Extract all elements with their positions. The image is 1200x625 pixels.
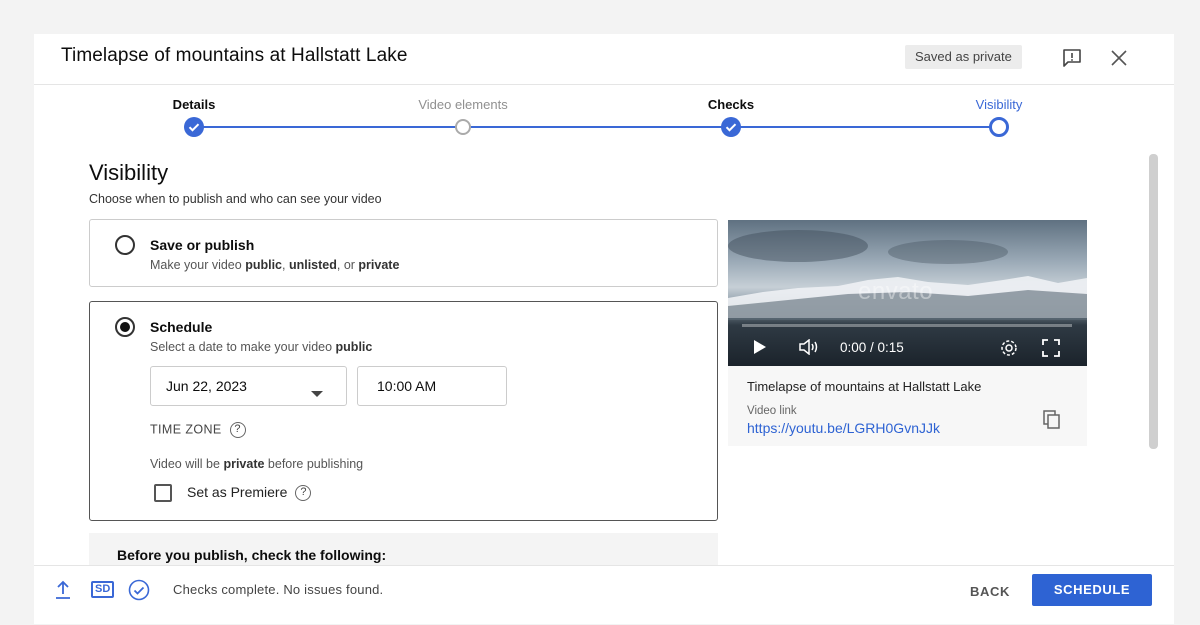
upload-icon [54,580,72,605]
video-link[interactable]: https://youtu.be/LGRH0GvnJJk [747,420,940,436]
schedule-title: Schedule [150,319,213,335]
step-visibility-label[interactable]: Visibility [976,97,1023,112]
video-time: 0:00 / 0:15 [840,340,904,355]
schedule-time-value: 10:00 AM [377,378,437,394]
step-details-check-icon[interactable] [184,117,204,137]
step-connector [193,126,463,128]
preview-video-title: Timelapse of mountains at Hallstatt Lake [747,379,982,394]
checks-status-text: Checks complete. No issues found. [173,582,384,597]
schedule-time-select[interactable]: 10:00 AM [357,366,507,406]
step-details-label[interactable]: Details [173,97,216,112]
sd-quality-icon: SD [91,581,115,598]
save-or-publish-title: Save or publish [150,237,255,253]
video-watermark: envato [858,278,934,305]
before-publish-heading: Before you publish, check the following: [117,547,387,563]
upload-dialog: Timelapse of mountains at Hallstatt Lake… [34,34,1174,624]
schedule-radio[interactable] [115,317,135,337]
premiere-checkbox[interactable] [154,484,172,502]
settings-gear-icon[interactable] [1000,339,1018,362]
dialog-header: Timelapse of mountains at Hallstatt Lake… [34,34,1174,85]
copy-icon[interactable] [1041,409,1063,436]
premiere-row: Set as Premiere? [187,484,312,502]
back-button[interactable]: BACK [960,576,1020,608]
save-or-publish-option[interactable]: Save or publish Make your video public, … [89,219,718,287]
premiere-help-icon[interactable]: ? [295,485,312,502]
step-video-elements-dot-icon[interactable] [455,119,471,135]
step-connector [731,126,999,128]
timezone-label: TIME ZONE [150,422,222,437]
fullscreen-icon[interactable] [1042,339,1060,362]
close-icon[interactable] [1107,46,1131,70]
schedule-description: Select a date to make your video public [150,340,373,354]
content-scrollbar[interactable] [1149,154,1158,449]
saved-status-badge: Saved as private [905,45,1022,69]
video-preview-panel: envato 0:00 / 0:15 Timelapse of mountain… [728,220,1087,446]
timezone-help-icon[interactable]: ? [229,422,246,438]
step-video-elements-label[interactable]: Video elements [418,97,507,112]
video-link-label: Video link [747,405,797,417]
premiere-label: Set as Premiere [187,484,288,500]
upload-stepper: Details Video elements Checks Visibility [34,92,1174,142]
private-before-publish-note: Video will be private before publishing [150,457,364,471]
feedback-icon[interactable] [1060,46,1084,70]
schedule-date-value: Jun 22, 2023 [166,378,247,394]
video-progress-track[interactable] [742,324,1072,327]
step-checks-label[interactable]: Checks [708,97,754,112]
play-icon[interactable] [752,339,768,360]
timezone-row: TIME ZONE? [150,422,246,438]
checks-complete-icon [128,579,150,606]
schedule-button[interactable]: SCHEDULE [1032,574,1152,606]
visibility-subtitle: Choose when to publish and who can see y… [89,192,382,206]
step-visibility-current-dot-icon[interactable] [989,117,1009,137]
chevron-down-icon [311,384,323,402]
dialog-title: Timelapse of mountains at Hallstatt Lake [61,45,408,66]
save-or-publish-radio[interactable] [115,235,135,255]
save-or-publish-description: Make your video public, unlisted, or pri… [150,258,400,272]
volume-icon[interactable] [798,338,820,360]
step-connector [463,126,731,128]
dialog-footer: SD Checks complete. No issues found. BAC… [34,565,1174,624]
schedule-option[interactable]: Schedule Select a date to make your vide… [89,301,718,521]
step-checks-check-icon[interactable] [721,117,741,137]
video-player[interactable]: envato 0:00 / 0:15 [728,220,1087,366]
schedule-date-select[interactable]: Jun 22, 2023 [150,366,347,406]
visibility-heading: Visibility [89,160,169,185]
